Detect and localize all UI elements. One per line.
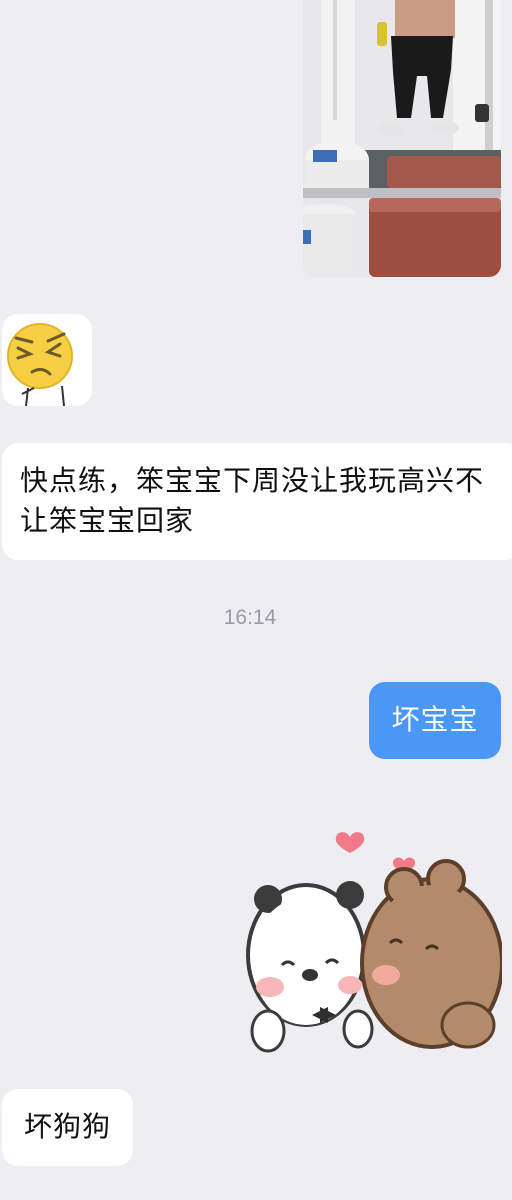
outgoing-message-bubble[interactable]: 坏宝宝 — [369, 682, 501, 759]
message-timestamp: 16:14 — [223, 606, 277, 629]
gym-photo-image — [303, 0, 501, 277]
panda-and-bear-kiss-sticker[interactable] — [246, 825, 504, 1053]
message-text: 快点练，笨宝宝下周没让我玩高兴不让笨宝宝回家 — [20, 464, 485, 537]
bears-sticker-icon — [246, 832, 504, 1053]
grimacing-face-sticker[interactable] — [2, 314, 92, 406]
message-text: 坏宝宝 — [391, 703, 479, 736]
grimacing-face-icon — [7, 323, 73, 406]
incoming-message-bubble[interactable]: 坏狗狗 — [2, 1089, 133, 1166]
incoming-message-bubble[interactable]: 快点练，笨宝宝下周没让我玩高兴不让笨宝宝回家 — [2, 443, 512, 560]
message-text: 坏狗狗 — [23, 1110, 111, 1143]
chat-area: 快点练，笨宝宝下周没让我玩高兴不让笨宝宝回家 16:14 坏宝宝 坏狗狗 — [0, 0, 512, 1200]
photo-message[interactable] — [303, 0, 501, 277]
